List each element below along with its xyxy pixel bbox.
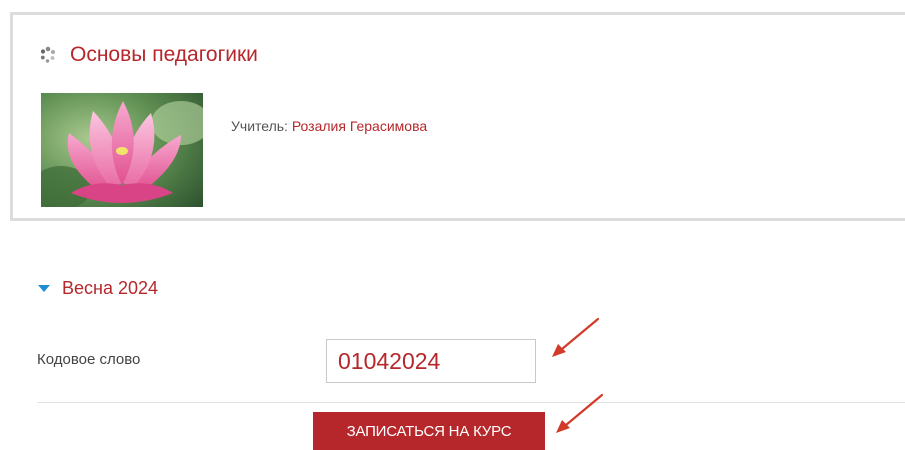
course-loader-icon [40, 46, 56, 63]
teacher-label: Учитель: [231, 118, 288, 134]
annotation-arrow-icon [552, 317, 600, 357]
teacher-name-link[interactable]: Розалия Герасимова [292, 118, 427, 134]
enroll-button[interactable]: ЗАПИСАТЬСЯ НА КУРС [313, 412, 545, 450]
section-title: Весна 2024 [62, 278, 159, 298]
teacher-row: Учитель: Розалия Герасимова [231, 118, 427, 134]
enrolment-section-toggle[interactable]: Весна 2024 [38, 278, 158, 299]
code-input[interactable] [326, 339, 536, 383]
course-card: Основы педагогики Учитель: Розалия Герас… [10, 12, 905, 221]
form-divider [37, 402, 905, 403]
course-title-link[interactable]: Основы педагогики [70, 43, 258, 67]
annotation-arrow-icon [556, 393, 604, 433]
code-label: Кодовое слово [37, 351, 141, 368]
course-image[interactable] [41, 93, 203, 207]
caret-down-icon [38, 285, 50, 292]
course-title-row: Основы педагогики [39, 43, 258, 67]
lotus-image [41, 93, 203, 207]
